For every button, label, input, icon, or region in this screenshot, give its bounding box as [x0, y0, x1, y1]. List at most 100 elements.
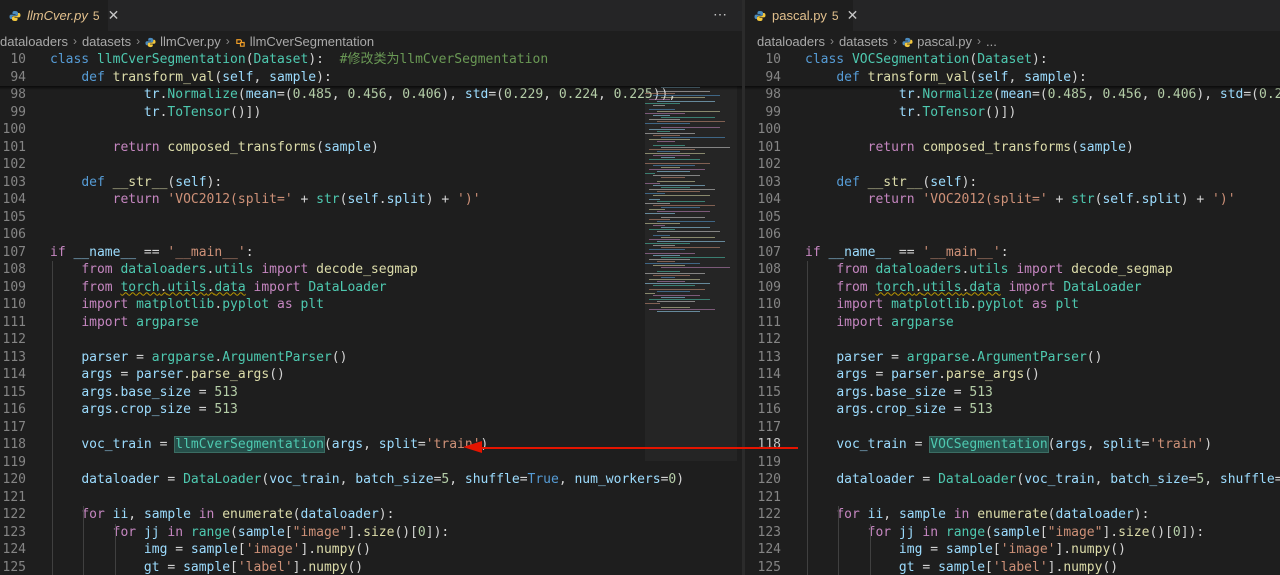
code-line[interactable]: 109 from torch.utils.data import DataLoa…	[745, 279, 1280, 297]
code-line[interactable]: 99 tr.ToTensor()])	[745, 104, 1280, 122]
left-code-editor[interactable]: 10 class llmCverSegmentation(Dataset): #修…	[0, 51, 742, 575]
code-line[interactable]: 119	[745, 454, 1280, 472]
code-line[interactable]: 115 args.base_size = 513	[0, 384, 742, 402]
more-actions-icon[interactable]: ⋯	[713, 6, 728, 23]
indent-guide	[807, 261, 808, 575]
code-text: args.base_size = 513	[836, 384, 993, 400]
code-line[interactable]: 121	[745, 489, 1280, 507]
breadcrumb-item[interactable]: datasets	[839, 34, 888, 49]
code-line[interactable]: 117	[0, 419, 742, 437]
minimap[interactable]	[645, 51, 737, 575]
code-line[interactable]: 109 from torch.utils.data import DataLoa…	[0, 279, 742, 297]
code-line[interactable]: 103 def __str__(self):	[0, 174, 742, 192]
code-line[interactable]: 124 img = sample['image'].numpy()	[0, 541, 742, 559]
code-text: dataloader = DataLoader(voc_train, batch…	[836, 472, 1280, 487]
code-line[interactable]: 116 args.crop_size = 513	[0, 401, 742, 419]
tab-pascal-py[interactable]: pascal.py 5 ✕	[745, 0, 858, 31]
chevron-right-icon: ›	[977, 34, 982, 48]
code-line[interactable]: 114 args = parser.parse_args()	[0, 366, 742, 384]
code-line[interactable]: 102	[745, 156, 1280, 174]
code-line[interactable]: 107 if __name__ == '__main__':	[745, 244, 1280, 262]
breadcrumb-item[interactable]: pascal.py	[902, 34, 972, 49]
code-line[interactable]: 107 if __name__ == '__main__':	[0, 244, 742, 262]
code-line[interactable]: 111 import argparse	[0, 314, 742, 332]
left-editor-group: llmCver.py 5 ✕ ⋯ dataloaders › datasets …	[0, 0, 742, 575]
code-line[interactable]: 120 dataloader = DataLoader(voc_train, b…	[745, 471, 1280, 489]
code-line[interactable]: 110 import matplotlib.pyplot as plt	[0, 296, 742, 314]
sticky-scroll-line[interactable]: 10 class llmCverSegmentation(Dataset): #修…	[0, 51, 742, 69]
code-line[interactable]: 118 voc_train = llmCverSegmentation(args…	[0, 436, 742, 454]
breadcrumb-item[interactable]: datasets	[82, 34, 131, 49]
code-line[interactable]: 118 voc_train = VOCSegmentation(args, sp…	[745, 436, 1280, 454]
minimap-line	[661, 277, 675, 278]
code-line[interactable]: 103 def __str__(self):	[745, 174, 1280, 192]
line-number: 111	[757, 314, 781, 330]
code-line[interactable]: 124 img = sample['image'].numpy()	[745, 541, 1280, 559]
code-line[interactable]: 99 tr.ToTensor()])	[0, 104, 742, 122]
code-line[interactable]: 123 for jj in range(sample["image"].size…	[0, 524, 742, 542]
code-line[interactable]: 116 args.crop_size = 513	[745, 401, 1280, 419]
line-number: 124	[757, 542, 781, 557]
problems-count-badge: 5	[831, 8, 839, 23]
code-line[interactable]: 125 gt = sample['label'].numpy()	[745, 559, 1280, 575]
breadcrumb-item[interactable]: llmCverSegmentation	[235, 34, 374, 49]
code-line[interactable]: 120 dataloader = DataLoader(voc_train, b…	[0, 471, 742, 489]
code-line[interactable]: 102	[0, 156, 742, 174]
code-line[interactable]: 104 return 'VOC2012(split=' + str(self.s…	[745, 191, 1280, 209]
breadcrumb-item[interactable]: llmCver.py	[145, 34, 221, 49]
code-line[interactable]: 105	[0, 209, 742, 227]
sticky-scroll-line[interactable]: 10 class VOCSegmentation(Dataset):	[745, 51, 1280, 69]
code-line[interactable]: 110 import matplotlib.pyplot as plt	[745, 296, 1280, 314]
code-line[interactable]: 119	[0, 454, 742, 472]
code-text: args = parser.parse_args()	[836, 367, 1040, 382]
minimap-line	[649, 99, 670, 100]
breadcrumb-item[interactable]: ...	[986, 34, 997, 49]
code-line[interactable]: 100	[0, 121, 742, 139]
code-line[interactable]: 101 return composed_transforms(sample)	[0, 139, 742, 157]
code-line[interactable]: 115 args.base_size = 513	[745, 384, 1280, 402]
code-line[interactable]: 117	[745, 419, 1280, 437]
right-code-editor[interactable]: 10 class VOCSegmentation(Dataset): 94 def …	[745, 51, 1280, 575]
line-number: 105	[757, 209, 781, 225]
code-text: parser = argparse.ArgumentParser()	[81, 349, 348, 365]
code-line[interactable]: 101 return composed_transforms(sample)	[745, 139, 1280, 157]
code-line[interactable]: 113 parser = argparse.ArgumentParser()	[0, 349, 742, 367]
minimap-line	[661, 97, 705, 98]
tab-llmcver-py[interactable]: llmCver.py 5 ✕	[0, 0, 119, 31]
code-line[interactable]: 113 parser = argparse.ArgumentParser()	[745, 349, 1280, 367]
code-line[interactable]: 106	[0, 226, 742, 244]
code-line[interactable]: 122 for ii, sample in enumerate(dataload…	[745, 506, 1280, 524]
code-line[interactable]: 100	[745, 121, 1280, 139]
chevron-right-icon: ›	[136, 34, 141, 48]
code-text: for ii, sample in enumerate(dataloader):	[81, 507, 395, 522]
code-line[interactable]: 104 return 'VOC2012(split=' + str(self.s…	[0, 191, 742, 209]
code-line[interactable]: 111 import argparse	[745, 314, 1280, 332]
minimap-line	[661, 297, 685, 298]
minimap-line	[653, 145, 685, 146]
code-line[interactable]: 125 gt = sample['label'].numpy()	[0, 559, 742, 575]
minimap-line	[657, 171, 690, 172]
minimap-line	[645, 93, 675, 94]
indent-guide	[869, 523, 871, 575]
line-number: 113	[757, 349, 781, 365]
code-line[interactable]: 108 from dataloaders.utils import decode…	[0, 261, 742, 279]
code-line[interactable]: 114 args = parser.parse_args()	[745, 366, 1280, 384]
code-line[interactable]: 121	[0, 489, 742, 507]
code-line[interactable]: 108 from dataloaders.utils import decode…	[745, 261, 1280, 279]
breadcrumb-item[interactable]: dataloaders	[0, 34, 68, 49]
sticky-scroll-shadow	[0, 86, 742, 90]
close-icon[interactable]: ✕	[108, 7, 120, 24]
minimap-line	[649, 169, 705, 170]
code-line[interactable]: 123 for jj in range(sample["image"].size…	[745, 524, 1280, 542]
code-line[interactable]: 112	[745, 331, 1280, 349]
line-number: 108	[757, 262, 781, 277]
breadcrumb-item[interactable]: dataloaders	[757, 34, 825, 49]
chevron-right-icon: ›	[829, 34, 834, 48]
code-line[interactable]: 106	[745, 226, 1280, 244]
code-line[interactable]: 105	[745, 209, 1280, 227]
code-line[interactable]: 112	[0, 331, 742, 349]
code-line[interactable]: 122 for ii, sample in enumerate(dataload…	[0, 506, 742, 524]
sticky-scroll-line[interactable]: 94 def transform_val(self, sample):	[745, 68, 1280, 86]
sticky-scroll-line[interactable]: 94 def transform_val(self, sample):	[0, 68, 742, 86]
close-icon[interactable]: ✕	[847, 7, 859, 24]
